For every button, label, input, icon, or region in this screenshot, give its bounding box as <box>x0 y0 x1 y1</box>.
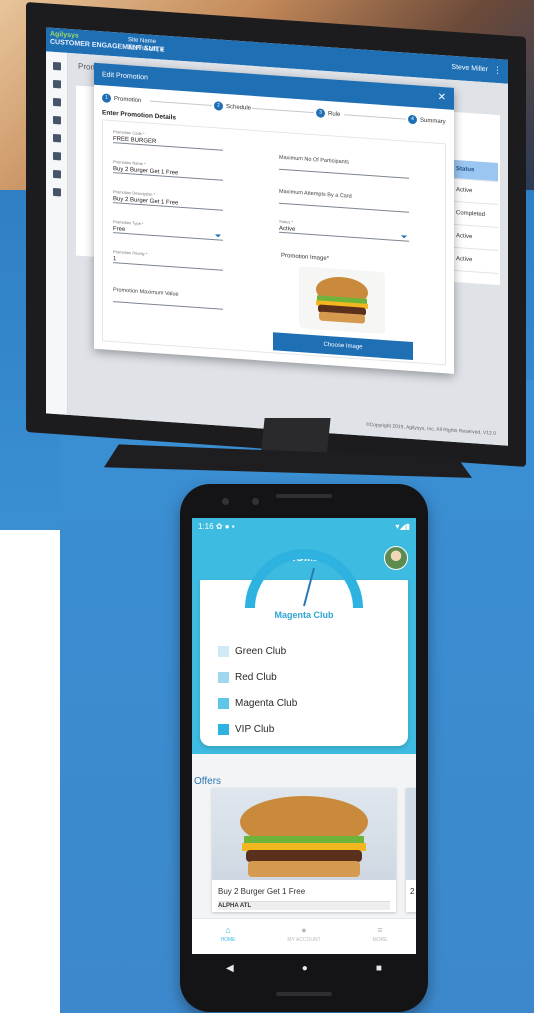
menu-icon: ≡ <box>377 925 383 935</box>
max-attempts-field[interactable]: Maximum Attempts By a Card <box>279 188 409 213</box>
promotion-form: Promotion Code * FREE BURGER Promotion N… <box>102 119 446 366</box>
status-column: Status Active Completed Active Active <box>452 159 498 275</box>
desktop-monitor: Agilysys CUSTOMER ENGAGEMENT SUITE Site … <box>26 2 526 467</box>
offer-title: 2 <box>410 887 415 896</box>
club-swatch <box>218 672 229 683</box>
step-connector <box>344 114 406 120</box>
copyright-text: ©Copyright 2019, Agilysys, Inc. All Righ… <box>365 421 496 437</box>
desktop-screen: Agilysys CUSTOMER ENGAGEMENT SUITE Site … <box>46 27 508 446</box>
front-sensor <box>252 498 259 505</box>
club-swatch <box>218 698 229 709</box>
club-item: Magenta Club <box>218 698 297 709</box>
status-cell: Active <box>452 224 498 252</box>
tier-gauge <box>245 549 363 608</box>
nav-home[interactable]: ⌂ HOME <box>196 925 260 943</box>
close-icon[interactable]: ✕ <box>438 92 446 104</box>
status-cell: Active <box>452 247 498 275</box>
recents-icon[interactable]: ■ <box>376 963 382 974</box>
club-swatch <box>218 724 229 735</box>
offers-heading: Offers <box>194 776 222 787</box>
edit-promotion-modal: Edit Promotion ✕ 1 Promotion 2 Schedule … <box>94 62 454 374</box>
status-cell: Completed <box>452 201 498 229</box>
offer-location: ALPHA ATL <box>218 901 390 910</box>
promotion-description-field[interactable]: Promotion Description * Buy 2 Burger Get… <box>113 189 223 211</box>
club-item: VIP Club <box>218 724 274 735</box>
kebab-menu-icon[interactable]: ⋮ <box>493 65 502 77</box>
promotion-max-value-field[interactable]: Promotion Maximum Value <box>113 287 223 310</box>
club-item: Red Club <box>218 672 277 683</box>
bottom-speaker <box>276 992 332 996</box>
promotion-image-label: Promotion Image* <box>281 252 330 263</box>
max-participants-field[interactable]: Maximum No Of Participants <box>279 154 409 179</box>
offer-card[interactable]: 2 <box>406 788 416 912</box>
promotion-type-select[interactable]: Promotion Type * Free <box>113 219 223 241</box>
offer-image <box>406 788 416 880</box>
user-icon[interactable] <box>52 169 61 179</box>
step-connector <box>150 100 212 107</box>
offer-title: Buy 2 Burger Get 1 Free <box>218 887 306 896</box>
home-button-icon[interactable]: ● <box>302 963 308 974</box>
avatar[interactable] <box>384 546 408 570</box>
site-selector[interactable]: Site Name ALPHA ATL ▾ <box>128 36 164 54</box>
step-summary[interactable]: 4 Summary <box>408 114 446 127</box>
home-icon: ⌂ <box>225 925 231 935</box>
reports-icon[interactable] <box>52 187 61 197</box>
choose-image-button[interactable]: Choose Image <box>273 332 413 361</box>
step-schedule[interactable]: 2 Schedule <box>214 101 251 113</box>
dashboard-icon[interactable] <box>52 79 61 89</box>
step-rule[interactable]: 3 Rule <box>316 108 340 119</box>
offer-card[interactable]: Buy 2 Burger Get 1 Free ALPHA ATL <box>212 788 396 912</box>
promotion-name-field[interactable]: Promotion Name * Buy 2 Burger Get 1 Free <box>113 159 223 181</box>
step-connector <box>252 107 314 114</box>
chevron-down-icon: ▾ <box>160 47 164 54</box>
sidebar <box>46 51 68 415</box>
club-swatch <box>218 646 229 657</box>
status-cell: Active <box>452 178 498 206</box>
earpiece-speaker <box>276 494 332 498</box>
smartphone: 1:16 ✿ ● ▪ ▾◢▮ HOME Magenta Club Green C… <box>180 484 428 1012</box>
bottom-navigation: ⌂ HOME ● MY ACCOUNT ≡ MORE <box>192 918 416 954</box>
settings-icon: ✿ ● ▪ <box>215 522 235 531</box>
step-promotion[interactable]: 1 Promotion <box>102 93 141 105</box>
status-bar: 1:16 ✿ ● ▪ ▾◢▮ <box>192 518 416 536</box>
back-icon[interactable]: ◀ <box>226 963 234 974</box>
promotion-priority-field[interactable]: Promotion Priority * 1 <box>113 249 223 271</box>
front-camera <box>222 498 229 505</box>
chevron-down-icon <box>215 234 221 238</box>
current-tier: Magenta Club <box>274 610 334 620</box>
gear-icon[interactable] <box>52 115 61 125</box>
phone-screen: 1:16 ✿ ● ▪ ▾◢▮ HOME Magenta Club Green C… <box>192 518 416 954</box>
promotion-code-field[interactable]: Promotion Code * FREE BURGER <box>113 129 223 151</box>
book-icon[interactable] <box>52 133 61 143</box>
menu-icon[interactable] <box>52 61 61 71</box>
status-select[interactable]: Status * Active <box>279 218 409 242</box>
burger-image <box>212 788 396 880</box>
nav-my-account[interactable]: ● MY ACCOUNT <box>272 925 336 943</box>
card-icon[interactable] <box>52 151 61 161</box>
chevron-down-icon <box>401 235 407 239</box>
nav-more[interactable]: ≡ MORE <box>348 925 412 943</box>
user-icon: ● <box>301 925 307 935</box>
promotion-icon[interactable] <box>52 97 61 107</box>
tier-card: Magenta Club Green Club Red Club Magenta… <box>200 549 408 746</box>
modal-title: Edit Promotion <box>102 71 148 82</box>
burger-image <box>299 266 385 335</box>
club-item: Green Club <box>218 646 286 657</box>
system-navigation: ◀ ● ■ <box>192 954 416 982</box>
user-name[interactable]: Steve Miller <box>451 64 488 74</box>
clock: 1:16 <box>198 522 214 531</box>
signal-battery-icon: ▾◢▮ <box>395 522 410 531</box>
